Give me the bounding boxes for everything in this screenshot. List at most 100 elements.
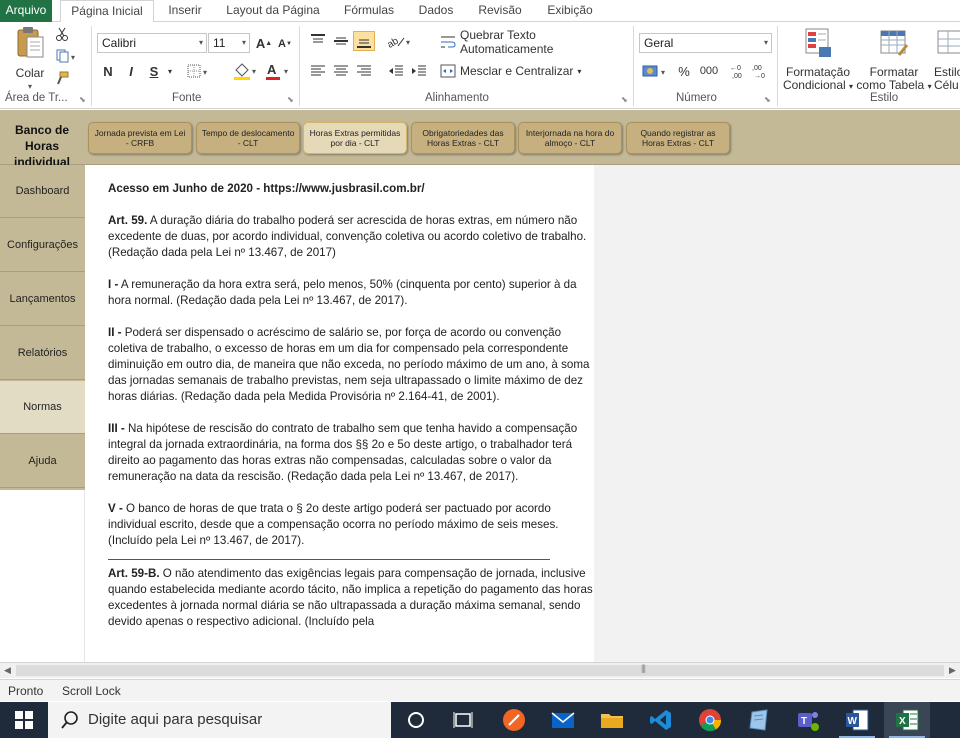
increase-indent-icon[interactable] <box>409 62 429 80</box>
decrease-font-icon[interactable]: A ▼ <box>277 36 293 52</box>
font-color-icon[interactable]: A ▾ <box>264 62 292 80</box>
cortana-icon[interactable] <box>404 708 428 732</box>
nav-button-interjornada[interactable]: Interjornada na hora do almoço - CLT <box>518 122 622 154</box>
cell-styles-label-2: Célu <box>934 78 959 92</box>
chevron-down-icon[interactable]: ▾ <box>165 64 175 78</box>
align-middle-icon[interactable] <box>331 32 351 50</box>
increase-decimal-icon[interactable]: ←0,00 <box>730 62 750 80</box>
tab-formulas[interactable]: Fórmulas <box>338 0 400 22</box>
nav-button-obrigatoriedades[interactable]: Obrigatoriedades das Horas Extras - CLT <box>411 122 515 154</box>
chrome-icon[interactable] <box>698 708 722 732</box>
nav-button-horas-extras[interactable]: Horas Extras permitidas por dia - CLT <box>303 122 407 154</box>
windows-start-icon[interactable] <box>12 708 36 732</box>
task-view-icon[interactable] <box>451 708 475 732</box>
italic-button[interactable]: I <box>124 62 138 80</box>
number-launcher-icon[interactable]: ⬊ <box>764 95 771 104</box>
align-center-icon[interactable] <box>331 62 351 80</box>
merge-center-button[interactable]: Mesclar e Centralizar ▾ <box>440 62 590 80</box>
alignment-launcher-icon[interactable]: ⬊ <box>621 95 628 104</box>
group-separator <box>299 26 300 106</box>
thousands-icon[interactable]: 000 <box>698 62 720 80</box>
tab-page-layout[interactable]: Layout da Página <box>222 0 324 22</box>
svg-text:▾: ▾ <box>71 53 75 62</box>
vscode-icon[interactable] <box>649 708 673 732</box>
scroll-left-icon[interactable]: ◀ <box>4 665 11 676</box>
tab-file[interactable]: Arquivo <box>0 0 52 22</box>
cell-styles-button[interactable]: Estilo Célu <box>934 27 960 92</box>
item-ii-text: Poderá ser dispensado o acréscimo de sal… <box>108 326 590 403</box>
tab-insert[interactable]: Inserir <box>160 0 210 22</box>
font-name-combo[interactable]: Calibri ▾ <box>97 33 207 53</box>
chevron-down-icon: ▾ <box>927 82 932 91</box>
decrease-indent-icon[interactable] <box>386 62 406 80</box>
tab-data[interactable]: Dados <box>412 0 460 22</box>
format-as-table-button[interactable]: Formatar como Tabela ▾ <box>856 27 932 93</box>
horizontal-scrollbar[interactable]: ◀ ||| ▶ <box>0 662 960 678</box>
excel-icon[interactable]: X <box>895 708 919 732</box>
scroll-right-icon[interactable]: ▶ <box>949 665 956 676</box>
mail-icon[interactable] <box>551 708 575 732</box>
conditional-format-label-2: Condicional <box>782 78 846 92</box>
svg-text:X: X <box>899 716 906 727</box>
bold-button[interactable]: N <box>100 62 116 80</box>
side-item-ajuda[interactable]: Ajuda <box>0 435 85 488</box>
cut-icon[interactable] <box>54 26 70 42</box>
item-i-label: I - <box>108 278 119 291</box>
currency-icon[interactable]: ▾ <box>642 62 670 80</box>
chevron-down-icon: ▾ <box>763 38 768 47</box>
ribbon-tab-bar: Arquivo Página Inicial Inserir Layout da… <box>0 0 960 23</box>
svg-text:←0: ←0 <box>730 65 741 72</box>
borders-icon[interactable]: ▾ <box>186 63 212 79</box>
chevron-down-icon: ▾ <box>849 82 854 91</box>
scroll-thumb[interactable] <box>16 665 944 676</box>
nav-button-deslocamento[interactable]: Tempo de deslocamento - CLT <box>196 122 300 154</box>
font-launcher-icon[interactable]: ⬊ <box>287 95 294 104</box>
svg-text:▾: ▾ <box>203 68 207 77</box>
notes-app-icon[interactable] <box>747 708 771 732</box>
align-top-icon[interactable] <box>308 32 328 50</box>
paste-button[interactable]: Colar ▾ <box>10 26 50 93</box>
fill-color-icon[interactable]: ▾ <box>232 62 260 80</box>
side-item-normas[interactable]: Normas <box>0 381 85 434</box>
wrap-text-button[interactable]: Quebrar Texto Automaticamente <box>440 28 630 56</box>
band-title: Banco de Horas individual <box>13 123 70 169</box>
font-size-combo[interactable]: 11 ▾ <box>208 33 250 53</box>
item-iii-paragraph: III - Na hipótese de rescisão do contrat… <box>108 421 593 485</box>
item-iii-text: Na hipótese de rescisão do contrato de t… <box>108 422 578 483</box>
format-painter-icon[interactable] <box>54 70 70 86</box>
underline-button[interactable]: S <box>146 62 162 80</box>
conditional-format-button[interactable]: Formatação Condicional ▾ <box>782 27 854 93</box>
text-orientation-icon[interactable]: ab ▾ <box>386 32 414 50</box>
pen-app-icon[interactable] <box>502 708 526 732</box>
side-item-dashboard[interactable]: Dashboard <box>0 165 85 218</box>
word-icon[interactable]: W <box>845 708 869 732</box>
align-left-icon[interactable] <box>308 62 328 80</box>
decrease-decimal-icon[interactable]: ,00 →0 <box>752 62 772 80</box>
teams-icon[interactable]: T <box>796 708 820 732</box>
windows-taskbar: Digite aqui para pesquisar T W X <box>0 702 960 738</box>
align-right-icon[interactable] <box>354 62 374 80</box>
number-group-label: Número <box>676 92 717 104</box>
taskbar-search-box[interactable]: Digite aqui para pesquisar <box>48 702 391 738</box>
item-ii-label: II - <box>108 326 122 339</box>
nav-button-quando-registrar[interactable]: Quando registrar as Horas Extras - CLT <box>626 122 730 154</box>
tab-review[interactable]: Revisão <box>472 0 528 22</box>
group-separator <box>633 26 634 106</box>
item-i-text: A remuneração da hora extra será, pelo m… <box>108 278 577 307</box>
tab-home[interactable]: Página Inicial <box>60 0 154 23</box>
align-bottom-icon[interactable] <box>353 31 375 51</box>
percent-icon[interactable]: % <box>676 62 692 80</box>
number-format-combo[interactable]: Geral ▾ <box>639 33 772 53</box>
tab-view[interactable]: Exibição <box>540 0 600 22</box>
side-item-relatorios[interactable]: Relatórios <box>0 327 85 380</box>
svg-text:,00: ,00 <box>732 73 742 79</box>
file-explorer-icon[interactable] <box>600 708 624 732</box>
copy-icon[interactable]: ▾ <box>54 48 80 64</box>
side-menu-fill <box>0 490 85 662</box>
side-item-configuracoes[interactable]: Configurações <box>0 219 85 272</box>
nav-button-jornada[interactable]: Jornada prevista em Lei - CRFB <box>88 122 192 154</box>
svg-text:ab: ab <box>386 35 401 48</box>
side-item-lancamentos[interactable]: Lançamentos <box>0 273 85 326</box>
increase-font-icon[interactable]: A ▲ <box>255 35 273 51</box>
clipboard-launcher-icon[interactable]: ⬊ <box>79 95 86 104</box>
